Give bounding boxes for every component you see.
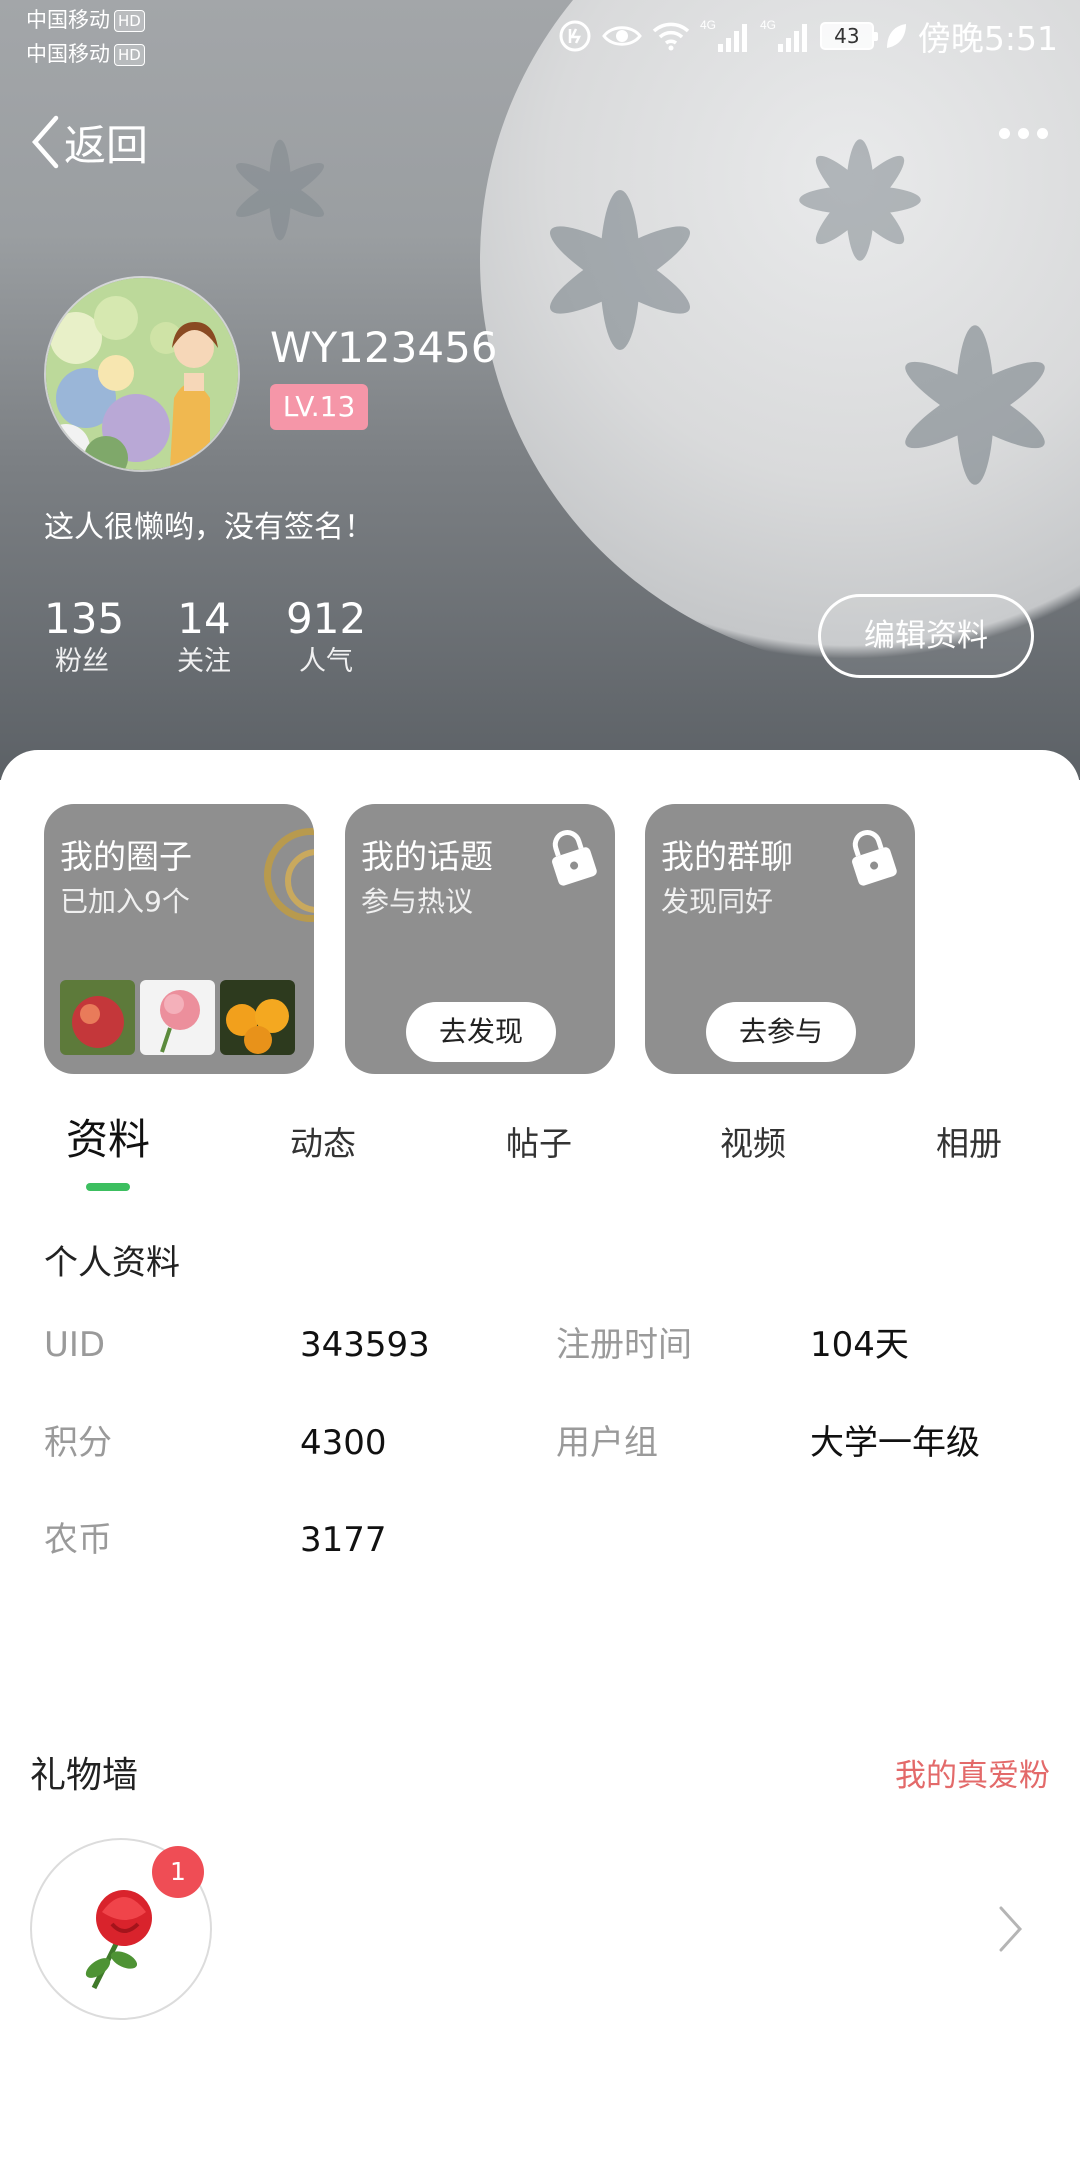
circle-thumb-flower: [140, 980, 215, 1055]
lock-icon: [552, 830, 597, 886]
uid-value: 343593: [300, 1325, 430, 1365]
card-subtitle: 参与热议: [361, 885, 474, 918]
gift-count-badge: 1: [152, 1846, 204, 1898]
card-title: 我的群聊: [661, 837, 793, 876]
more-options-button[interactable]: [999, 128, 1048, 139]
leaf-icon: [886, 24, 906, 48]
decorative-flower-icon: [235, 139, 325, 241]
svg-text:4G: 4G: [760, 18, 776, 32]
tab-posts[interactable]: 帖子: [506, 1114, 572, 1174]
points-label: 积分: [44, 1423, 112, 1463]
lock-icon: [852, 830, 897, 886]
level-badge: LV.13: [270, 384, 368, 430]
coin-value: 3177: [300, 1520, 387, 1560]
tab-album[interactable]: 相册: [936, 1114, 1002, 1174]
decorative-flower-icon: [799, 139, 921, 261]
profile-tabs: 资料 动态 帖子 视频 相册: [0, 1110, 1080, 1210]
circle-thumb-oranges: [220, 980, 295, 1055]
discover-button[interactable]: 去发现: [406, 1002, 556, 1062]
profile-page: 中国移动 HD 中国移动 HD 4G 4G 43 傍晚5:51 返回 WY123…: [0, 0, 1080, 2160]
chevron-right-icon[interactable]: [996, 1904, 1026, 1954]
wifi-icon: [652, 22, 690, 51]
card-subtitle: 发现同好: [661, 885, 774, 918]
circle-logo-icon: [264, 828, 314, 922]
carrier-label: 中国移动 HD: [26, 6, 145, 34]
system-icons: 4G 4G 43 傍晚5:51: [558, 12, 1058, 60]
gift-wall-title: 礼物墙: [30, 1755, 139, 1796]
stat-following[interactable]: 14 关注: [168, 594, 240, 680]
edit-profile-button[interactable]: 编辑资料: [818, 594, 1034, 678]
decorative-flower-icon: [550, 190, 690, 350]
stat-popularity[interactable]: 912 人气: [286, 594, 366, 680]
card-my-groups[interactable]: 我的群聊 发现同好 去参与: [645, 804, 915, 1074]
card-subtitle: 已加入9个: [60, 885, 190, 918]
user-group-label: 用户组: [556, 1423, 658, 1463]
join-button[interactable]: 去参与: [706, 1002, 856, 1062]
clock: 傍晚5:51: [917, 19, 1058, 58]
status-bar: 中国移动 HD 中国移动 HD 4G 4G 43 傍晚5:51: [0, 0, 1080, 70]
eye-comfort-icon: [602, 26, 642, 46]
chevron-left-icon: [32, 115, 59, 169]
uid-label: UID: [44, 1325, 106, 1365]
register-time-label: 注册时间: [556, 1325, 692, 1365]
back-label: 返回: [64, 120, 149, 170]
tab-activity[interactable]: 动态: [290, 1114, 356, 1174]
stat-label: 关注: [177, 646, 231, 677]
dot-icon: [1018, 128, 1029, 139]
card-my-circles[interactable]: 我的圈子 已加入9个: [44, 804, 314, 1074]
battery-icon: 43: [819, 22, 878, 50]
user-group-value: 大学一年级: [810, 1423, 980, 1463]
stat-followers[interactable]: 135 粉丝: [44, 594, 125, 680]
carrier-label: 中国移动 HD: [26, 40, 145, 68]
stat-value: 912: [286, 594, 367, 643]
card-title: 我的圈子: [60, 837, 192, 876]
back-button[interactable]: 返回: [30, 112, 148, 172]
card-my-topics[interactable]: 我的话题 参与热议 去发现: [345, 804, 615, 1074]
signal-4g-icon: 4G: [760, 18, 807, 52]
stat-value: 135: [44, 594, 125, 643]
dot-icon: [999, 128, 1010, 139]
dot-icon: [1037, 128, 1048, 139]
register-time-value: 104天: [810, 1325, 909, 1365]
svg-text:4G: 4G: [700, 18, 716, 32]
tab-profile[interactable]: 资料: [66, 1110, 150, 1170]
decorative-flower-icon: [905, 325, 1045, 485]
profile-header-background: 中国移动 HD 中国移动 HD 4G 4G 43 傍晚5:51 返回 WY123…: [0, 0, 1080, 780]
points-value: 4300: [300, 1423, 387, 1463]
card-title: 我的话题: [361, 837, 493, 876]
circle-thumbnails: [60, 980, 295, 1055]
true-fans-link[interactable]: 我的真爱粉: [895, 1750, 1050, 1802]
username: WY123456: [270, 323, 498, 372]
signal-4g-icon: 4G: [700, 18, 747, 52]
avatar[interactable]: [44, 276, 240, 472]
section-title-profile: 个人资料: [44, 1243, 180, 1283]
stat-label: 粉丝: [55, 646, 109, 677]
stat-value: 14: [177, 594, 231, 643]
coin-label: 农币: [44, 1520, 112, 1560]
circle-thumb-apple: [60, 980, 135, 1055]
tab-videos[interactable]: 视频: [720, 1114, 786, 1174]
active-tab-indicator: [86, 1183, 130, 1191]
avatar-image: [46, 278, 238, 470]
stat-label: 人气: [299, 646, 353, 677]
signature: 这人很懒哟，没有签名！: [44, 510, 374, 545]
data-saver-icon: [559, 20, 591, 52]
